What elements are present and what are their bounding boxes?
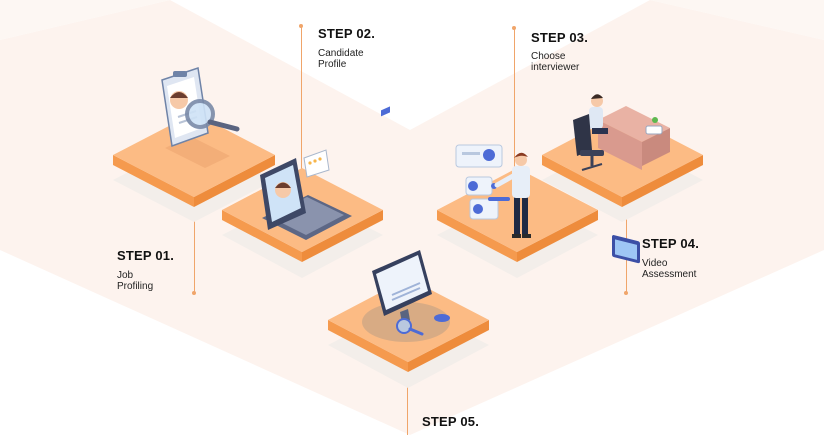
step-03-description-line1: Choose bbox=[531, 51, 566, 62]
step-04-description-line2: Assessment bbox=[642, 269, 697, 280]
step-03-description-line2: interviewer bbox=[531, 62, 580, 73]
step-04-description-line1: Video bbox=[642, 258, 668, 269]
step-03-title: STEP 03. bbox=[531, 30, 589, 45]
steps-illustration bbox=[113, 67, 703, 388]
step-05-title: STEP 05. bbox=[422, 414, 480, 429]
step-04-title: STEP 04. bbox=[642, 236, 700, 251]
step-02-description-line2: Profile bbox=[318, 59, 347, 70]
step-02-description-line1: Candidate bbox=[318, 48, 364, 59]
step-02-title: STEP 02. bbox=[318, 26, 376, 41]
step-01-title: STEP 01. bbox=[117, 248, 175, 263]
step-01-description-line2: Profiling bbox=[117, 281, 154, 292]
step-01-description-line1: Job bbox=[117, 270, 134, 281]
